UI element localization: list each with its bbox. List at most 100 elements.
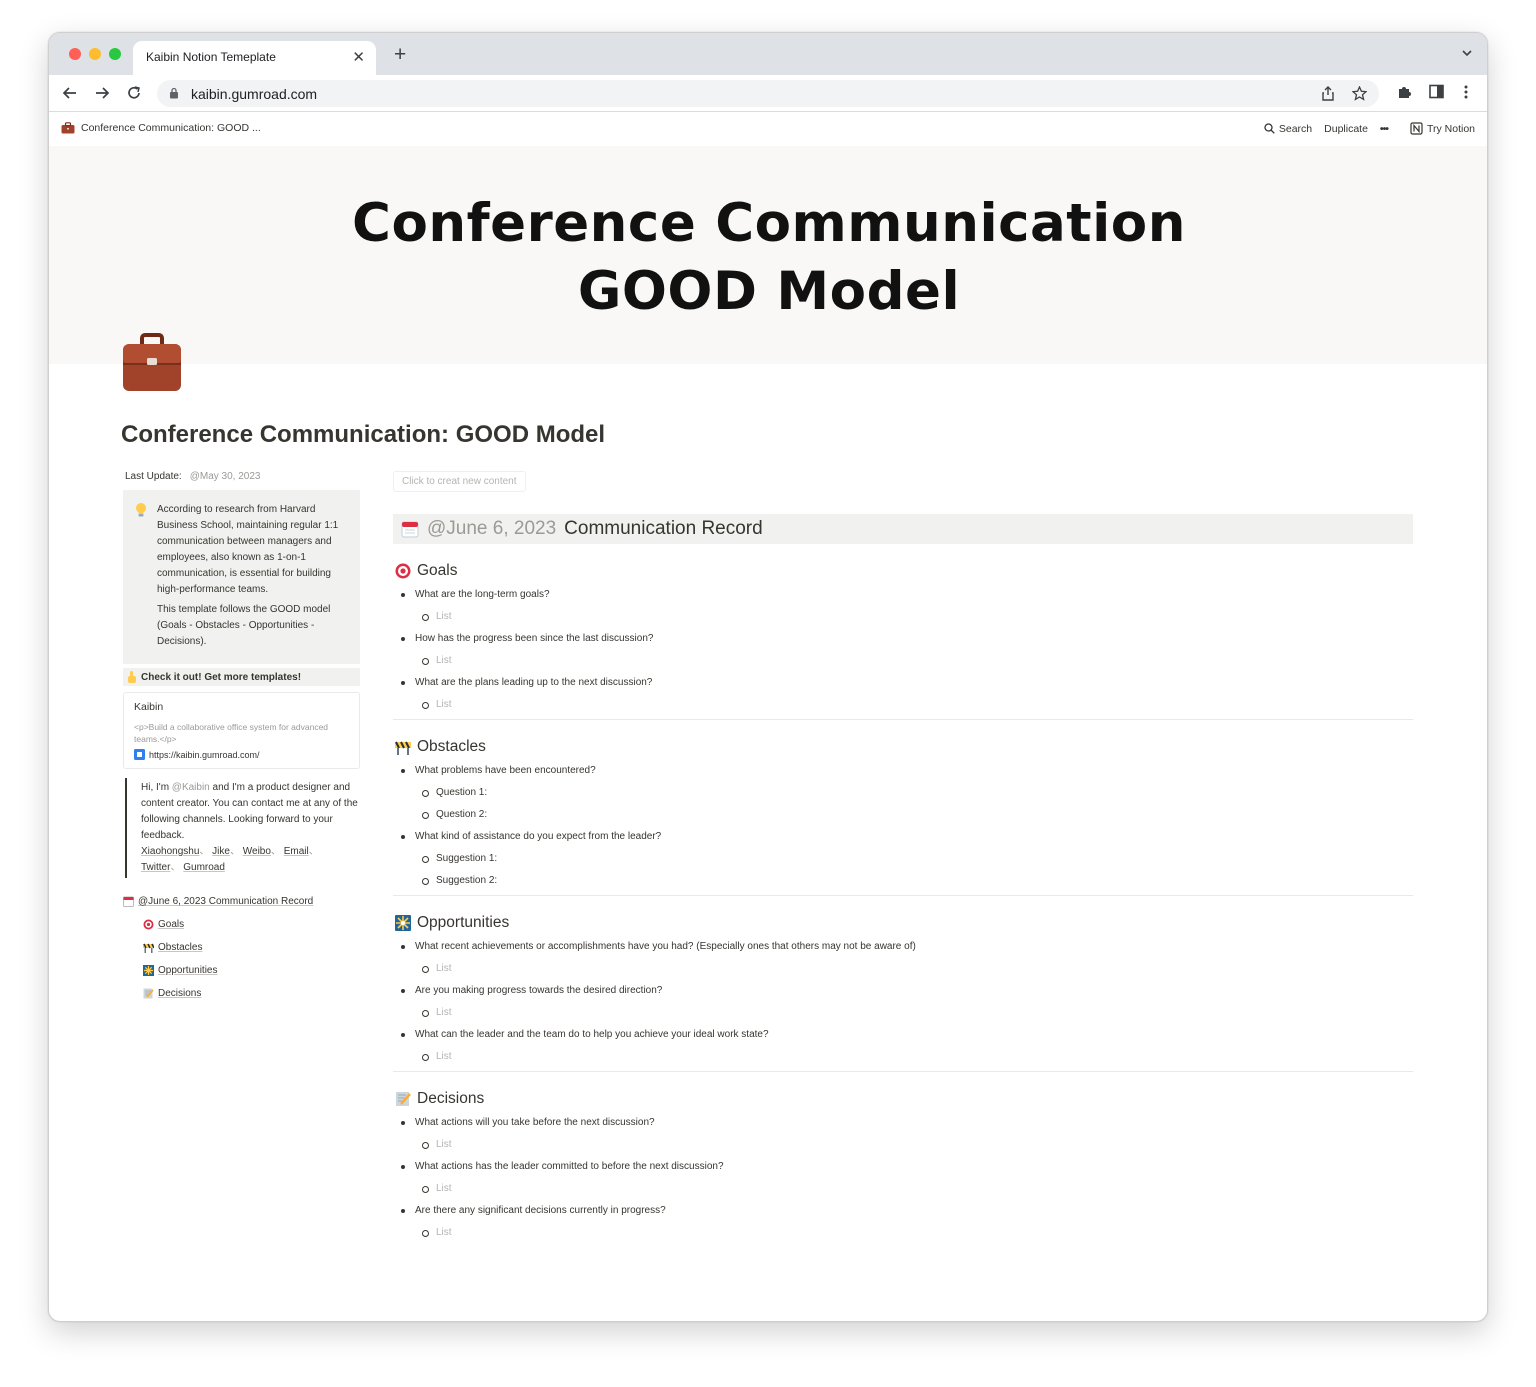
author-mention[interactable]: @Kaibin bbox=[172, 782, 210, 793]
toc-item-obstacles[interactable]: Obstacles bbox=[123, 936, 360, 959]
left-column: Last Update: @May 30, 2023 According to … bbox=[123, 471, 360, 1005]
tab-title: Kaibin Notion Temeplate bbox=[146, 50, 276, 64]
target-icon bbox=[395, 563, 411, 579]
bookmark-star-icon[interactable] bbox=[1352, 86, 1367, 101]
bookmark-description: <p>Build a collaborative office system f… bbox=[134, 722, 329, 744]
cover-title-line1: Conference Communication bbox=[352, 193, 1186, 254]
link-email[interactable]: Email bbox=[284, 846, 309, 857]
link-jike[interactable]: Jike bbox=[212, 846, 230, 857]
page-title: Conference Communication: GOOD Model bbox=[121, 421, 606, 448]
opportunities-answer-2[interactable]: List bbox=[422, 1005, 1413, 1020]
obstacles-question-2[interactable]: What kind of assistance do you expect fr… bbox=[401, 829, 1413, 844]
goals-question-2[interactable]: How has the progress been since the last… bbox=[401, 631, 1413, 646]
link-separator: 、 bbox=[199, 846, 210, 857]
back-arrow-icon[interactable] bbox=[61, 84, 79, 102]
browser-toolbar: kaibin.gumroad.com bbox=[49, 75, 1487, 112]
tab-strip: Kaibin Notion Temeplate ✕ + bbox=[49, 33, 1487, 75]
opportunities-answer-3[interactable]: List bbox=[422, 1049, 1413, 1064]
record-date-mention[interactable]: @June 6, 2023 bbox=[427, 518, 556, 540]
table-of-contents: @June 6, 2023 Communication Record Goals… bbox=[123, 890, 360, 1005]
obstacles-question-1[interactable]: What problems have been encountered? bbox=[401, 763, 1413, 778]
opportunities-question-1[interactable]: What recent achievements or accomplishme… bbox=[401, 939, 1413, 954]
browser-menu-icon[interactable] bbox=[1463, 84, 1469, 100]
decisions-answer-3[interactable]: List bbox=[422, 1225, 1413, 1240]
decisions-question-3[interactable]: Are there any significant decisions curr… bbox=[401, 1203, 1413, 1218]
record-heading: @June 6, 2023 Communication Record bbox=[393, 514, 1413, 544]
cover-title: Conference Communication GOOD Model bbox=[49, 190, 1487, 326]
address-bar[interactable]: kaibin.gumroad.com bbox=[157, 80, 1379, 107]
bookmark-link-row: https://kaibin.gumroad.com/ bbox=[134, 749, 349, 760]
decisions-question-2[interactable]: What actions has the leader committed to… bbox=[401, 1159, 1413, 1174]
decisions-question-1[interactable]: What actions will you take before the ne… bbox=[401, 1115, 1413, 1130]
toc-label-decisions: Decisions bbox=[158, 988, 202, 999]
decisions-answer-1[interactable]: List bbox=[422, 1137, 1413, 1152]
more-options-button[interactable]: ••• bbox=[1380, 123, 1389, 135]
obstacles-suggestion-1[interactable]: Suggestion 1: bbox=[422, 851, 1413, 866]
toc-label-opportunities: Opportunities bbox=[158, 965, 218, 976]
reload-icon[interactable] bbox=[125, 84, 143, 102]
sparkler-small-icon bbox=[143, 965, 154, 976]
memo-small-icon bbox=[143, 988, 154, 999]
decisions-answer-2[interactable]: List bbox=[422, 1181, 1413, 1196]
share-icon[interactable] bbox=[1321, 86, 1335, 101]
lock-icon bbox=[170, 87, 178, 99]
toc-item-goals[interactable]: Goals bbox=[123, 913, 360, 936]
try-notion-button[interactable]: Try Notion bbox=[1410, 122, 1475, 135]
toc-item-record[interactable]: @June 6, 2023 Communication Record bbox=[123, 890, 360, 913]
goals-question-3[interactable]: What are the plans leading up to the nex… bbox=[401, 675, 1413, 690]
intro-callout: According to research from Harvard Busin… bbox=[123, 490, 360, 664]
extensions-puzzle-icon[interactable] bbox=[1396, 84, 1412, 100]
link-xiaohongshu[interactable]: Xiaohongshu bbox=[141, 846, 199, 857]
toc-label-record: @June 6, 2023 Communication Record bbox=[138, 896, 314, 907]
forward-arrow-icon[interactable] bbox=[93, 84, 111, 102]
obstacles-heading: Obstacles bbox=[395, 738, 1413, 756]
section-decisions: Decisions What actions will you take bef… bbox=[393, 1072, 1413, 1240]
briefcase-icon bbox=[123, 333, 181, 391]
obstacles-question-1a[interactable]: Question 1: bbox=[422, 785, 1413, 800]
toc-item-decisions[interactable]: Decisions bbox=[123, 982, 360, 1005]
tab-search-chevron-icon[interactable] bbox=[1461, 47, 1473, 59]
breadcrumb-label: Conference Communication: GOOD ... bbox=[81, 122, 261, 134]
maximize-window-button[interactable] bbox=[109, 48, 121, 60]
close-tab-icon[interactable]: ✕ bbox=[352, 48, 365, 66]
obstacles-suggestion-2[interactable]: Suggestion 2: bbox=[422, 873, 1413, 888]
web-bookmark-card[interactable]: Kaibin <p>Build a collaborative office s… bbox=[123, 692, 360, 769]
side-panel-icon[interactable] bbox=[1429, 84, 1444, 99]
goals-question-1[interactable]: What are the long-term goals? bbox=[401, 587, 1413, 602]
new-tab-button[interactable]: + bbox=[394, 43, 406, 67]
calendar-small-icon bbox=[123, 896, 134, 907]
opportunities-question-2[interactable]: Are you making progress towards the desi… bbox=[401, 983, 1413, 998]
browser-tab[interactable]: Kaibin Notion Temeplate ✕ bbox=[133, 41, 376, 75]
section-goals: Goals What are the long-term goals? List… bbox=[393, 544, 1413, 720]
breadcrumb[interactable]: Conference Communication: GOOD ... bbox=[61, 122, 261, 134]
contact-quote: Hi, I'm @Kaibin and I'm a product design… bbox=[125, 778, 360, 878]
memo-icon bbox=[396, 1092, 411, 1106]
last-update-date[interactable]: @May 30, 2023 bbox=[190, 471, 261, 482]
minimize-window-button[interactable] bbox=[89, 48, 101, 60]
link-gumroad[interactable]: Gumroad bbox=[183, 862, 225, 873]
bookmark-title: Kaibin bbox=[134, 701, 164, 713]
goals-answer-1[interactable]: List bbox=[422, 609, 1413, 624]
toc-label-obstacles: Obstacles bbox=[158, 942, 203, 953]
link-separator: 、 bbox=[229, 846, 240, 857]
barrier-small-icon bbox=[143, 943, 154, 953]
opportunities-answer-1[interactable]: List bbox=[422, 961, 1413, 976]
site-favicon-icon bbox=[134, 749, 145, 760]
toc-item-opportunities[interactable]: Opportunities bbox=[123, 959, 360, 982]
search-button[interactable]: Search bbox=[1264, 123, 1312, 135]
obstacles-title: Obstacles bbox=[417, 738, 486, 755]
goals-answer-3[interactable]: List bbox=[422, 697, 1413, 712]
opportunities-title: Opportunities bbox=[417, 914, 510, 931]
close-window-button[interactable] bbox=[69, 48, 81, 60]
goals-title: Goals bbox=[417, 562, 458, 579]
notion-logo-icon bbox=[1410, 122, 1423, 135]
goals-answer-2[interactable]: List bbox=[422, 653, 1413, 668]
link-weibo[interactable]: Weibo bbox=[243, 846, 271, 857]
cover-title-line2: GOOD Model bbox=[577, 261, 961, 322]
opportunities-question-3[interactable]: What can the leader and the team do to h… bbox=[401, 1027, 1413, 1042]
obstacles-question-1b[interactable]: Question 2: bbox=[422, 807, 1413, 822]
create-new-content-button[interactable]: Click to creat new content bbox=[393, 471, 526, 492]
duplicate-label: Duplicate bbox=[1324, 122, 1368, 135]
link-twitter[interactable]: Twitter bbox=[141, 862, 170, 873]
duplicate-button[interactable]: Duplicate bbox=[1324, 123, 1368, 135]
